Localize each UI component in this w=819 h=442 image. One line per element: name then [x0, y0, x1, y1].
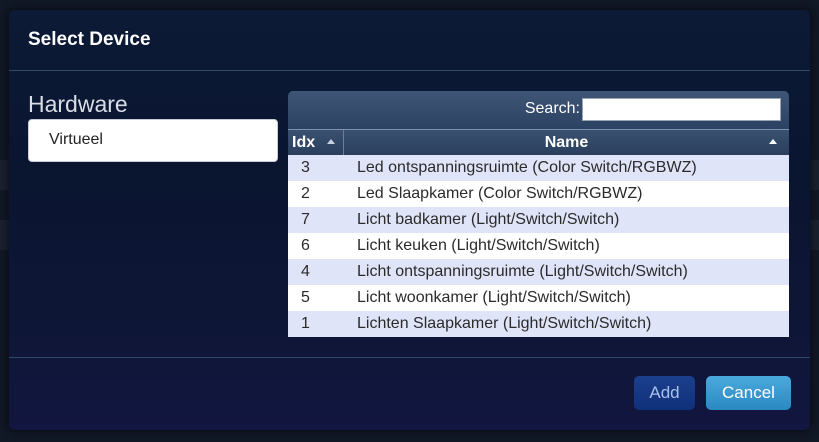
- cancel-button[interactable]: Cancel: [706, 376, 791, 410]
- hardware-select[interactable]: Virtueel: [28, 119, 278, 162]
- column-header-idx[interactable]: Idx: [288, 130, 344, 155]
- row-name: Licht keuken (Light/Switch/Switch): [357, 237, 600, 254]
- row-idx: 7: [301, 211, 310, 228]
- dialog-header: Select Device: [9, 10, 810, 71]
- hardware-select-value: Virtueel: [49, 131, 103, 148]
- dialog-title: Select Device: [28, 29, 151, 50]
- search-label: Search:: [524, 100, 580, 117]
- row-idx: 6: [301, 237, 310, 254]
- row-name: Lichten Slaapkamer (Light/Switch/Switch): [357, 315, 652, 332]
- row-name: Led ontspanningsruimte (Color Switch/RGB…: [357, 159, 697, 176]
- sort-up-icon: [769, 139, 777, 144]
- row-idx: 4: [301, 263, 310, 280]
- row-name: Licht woonkamer (Light/Switch/Switch): [357, 289, 631, 306]
- table-row[interactable]: 7 Licht badkamer (Light/Switch/Switch): [288, 207, 789, 233]
- select-device-dialog: Select Device Hardware Virtueel Search: …: [9, 10, 810, 430]
- table-toolbar: Search:: [288, 91, 789, 129]
- column-header-name[interactable]: Name: [344, 130, 789, 155]
- table-row[interactable]: 4 Licht ontspanningsruimte (Light/Switch…: [288, 259, 789, 285]
- column-header-idx-label: Idx: [292, 134, 316, 151]
- row-idx: 2: [301, 185, 310, 202]
- row-name: Licht badkamer (Light/Switch/Switch): [357, 211, 620, 228]
- add-button[interactable]: Add: [634, 376, 695, 410]
- device-table: Search: Idx Name 3 Led ontspanningsruimt…: [288, 91, 789, 338]
- search-input[interactable]: [582, 98, 781, 121]
- sort-up-icon: [327, 139, 335, 144]
- table-row[interactable]: 5 Licht woonkamer (Light/Switch/Switch): [288, 285, 789, 311]
- row-name: Led Slaapkamer (Color Switch/RGBWZ): [357, 185, 643, 202]
- hardware-label: Hardware: [28, 91, 128, 117]
- table-body: 3 Led ontspanningsruimte (Color Switch/R…: [288, 155, 789, 337]
- table-row[interactable]: 3 Led ontspanningsruimte (Color Switch/R…: [288, 155, 789, 181]
- row-idx: 5: [301, 289, 310, 306]
- column-header-name-label: Name: [544, 134, 589, 151]
- row-name: Licht ontspanningsruimte (Light/Switch/S…: [357, 263, 688, 280]
- table-row[interactable]: 2 Led Slaapkamer (Color Switch/RGBWZ): [288, 181, 789, 207]
- dialog-footer: Add Cancel: [9, 357, 810, 430]
- table-row[interactable]: 1 Lichten Slaapkamer (Light/Switch/Switc…: [288, 311, 789, 337]
- row-idx: 1: [301, 315, 310, 332]
- row-idx: 3: [301, 159, 310, 176]
- table-row[interactable]: 6 Licht keuken (Light/Switch/Switch): [288, 233, 789, 259]
- table-header: Idx Name: [288, 129, 789, 155]
